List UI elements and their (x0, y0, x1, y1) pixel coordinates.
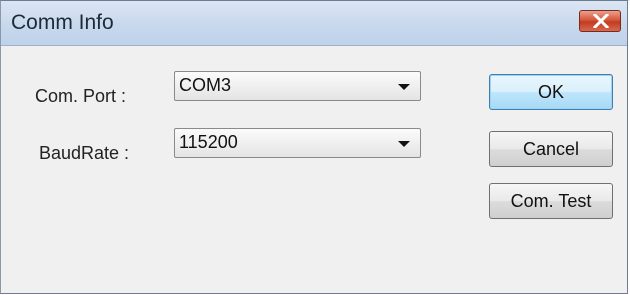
baud-rate-label: BaudRate : (39, 143, 130, 163)
com-port-value: COM3 (179, 75, 232, 95)
chevron-down-icon (398, 84, 410, 90)
cancel-button[interactable]: Cancel (489, 131, 613, 167)
ok-button[interactable]: OK (489, 74, 613, 110)
com-test-button[interactable]: Com. Test (489, 183, 613, 219)
chevron-down-icon (398, 141, 410, 147)
close-button[interactable] (579, 10, 621, 32)
close-icon (593, 14, 609, 28)
com-port-label: Com. Port : (35, 86, 127, 106)
dialog-title: Comm Info (11, 11, 114, 34)
dialog-body: Com. Port : COM3 BaudRate : 115200 OK Ca… (1, 46, 627, 293)
baud-rate-value: 115200 (179, 132, 238, 152)
comm-info-dialog: Comm Info Com. Port : COM3 BaudRate : 11… (0, 0, 628, 294)
baud-rate-select[interactable]: 115200 (174, 128, 421, 158)
title-bar[interactable]: Comm Info (1, 1, 627, 46)
com-port-select[interactable]: COM3 (174, 71, 421, 101)
